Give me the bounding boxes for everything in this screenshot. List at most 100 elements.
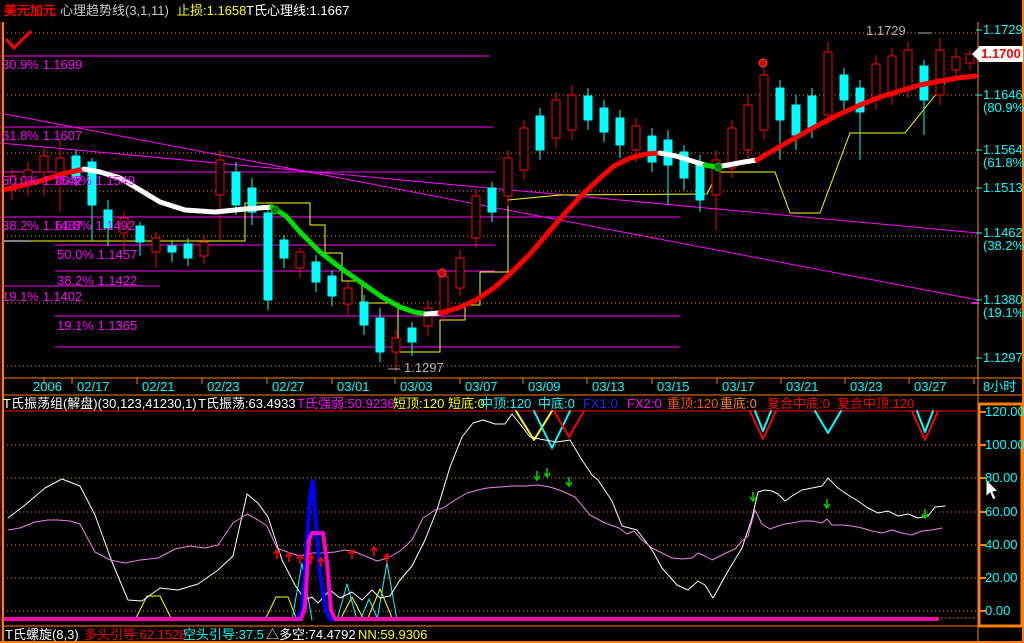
candle-body <box>888 56 896 95</box>
osc-header-token-11: 复合中底:0 <box>767 397 830 411</box>
trading-app-window: 美元加元心理趋势线(3,1,11)止损:1.1658T氏心理线:1.1667 3… <box>0 0 1024 643</box>
candle-body <box>632 126 640 150</box>
candle-body <box>280 240 288 258</box>
osc-top-v-mark <box>912 411 938 440</box>
candle-body <box>408 328 416 342</box>
candle-body <box>328 276 336 296</box>
sell-arrow-icon <box>824 499 830 508</box>
date-label-4[interactable]: 02/27 <box>272 380 305 394</box>
candle-body <box>776 88 784 120</box>
date-label-1[interactable]: 02/17 <box>77 380 110 394</box>
date-label-6[interactable]: 03/03 <box>400 380 433 394</box>
candle-body <box>824 52 832 115</box>
fib-label-0: 30.9% 1.1699 <box>2 58 82 72</box>
osc-cyan-tent <box>337 584 357 620</box>
topbar-token-1: 心理趋势线(3,1,11) <box>60 4 169 18</box>
status-token-0: T氏螺旋(8,3) <box>5 628 79 642</box>
date-label-8[interactable]: 03/09 <box>528 380 561 394</box>
osc-axis-label-0: 120.00 <box>985 405 1024 419</box>
osc-top-v-mark <box>750 411 776 439</box>
candle-body <box>808 96 816 128</box>
osc-header-token-8: FX2:0 <box>627 397 662 411</box>
sell-arrow-icon <box>750 492 756 501</box>
signal-dot-green <box>714 163 722 171</box>
date-label-14[interactable]: 03/27 <box>914 380 947 394</box>
osc-header-token-7: FX1:0 <box>583 397 618 411</box>
osc-header-token-2: T氏强弱:50.9236 <box>297 397 395 411</box>
buy-arrow-icon <box>371 547 377 556</box>
date-label-9[interactable]: 03/13 <box>592 380 625 394</box>
price-axis-pct-2: (61.8%) <box>983 156 1024 170</box>
signal-dot-green <box>271 206 279 214</box>
osc-header-token-3: 短顶:120 <box>393 397 444 411</box>
price-axis-pct-1: (80.9%) <box>983 101 1024 115</box>
osc-axis-label-5: 20.00 <box>985 571 1018 585</box>
sell-arrow-icon <box>544 468 550 477</box>
status-token-4: NN:59.9306 <box>358 628 427 642</box>
candle-body <box>696 165 704 200</box>
candle-body <box>392 338 400 352</box>
fib-label-1: 61.8% 1.1607 <box>2 129 82 143</box>
fib-label-9: 19.1% 1.1365 <box>57 319 137 333</box>
t-strength-line <box>8 485 942 563</box>
osc-header-token-0[interactable]: T氏振荡组(解盘)(30,123,41230,1) <box>3 397 197 411</box>
date-label-12[interactable]: 03/21 <box>786 380 819 394</box>
candle-body <box>952 57 960 70</box>
check-mark-icon <box>7 32 30 48</box>
candle-body <box>792 105 800 135</box>
topbar-token-0: 美元加元 <box>4 4 56 18</box>
candle-body <box>216 160 224 195</box>
candle-body <box>872 64 880 100</box>
candle-body <box>840 75 848 100</box>
candle-body <box>904 50 912 88</box>
osc-header-token-9: 重顶:120 <box>667 397 718 411</box>
candle-body <box>936 50 944 95</box>
fib-label-7: 38.2% 1.1422 <box>57 274 137 288</box>
status-token-3: △多空:74.4792 <box>266 628 356 642</box>
signal-dot-red <box>438 269 446 277</box>
candle-body <box>264 213 272 300</box>
fib-label-6: 50.0% 1.1457 <box>57 248 137 262</box>
date-label-11[interactable]: 03/17 <box>722 380 755 394</box>
candle-body <box>424 308 432 326</box>
candle-body <box>488 188 496 212</box>
date-label-3[interactable]: 02/23 <box>207 380 240 394</box>
price-axis-label-3: 1.1513 <box>983 181 1023 195</box>
date-label-13[interactable]: 03/23 <box>850 380 883 394</box>
date-label-2[interactable]: 02/21 <box>142 380 175 394</box>
candle-body <box>168 246 176 252</box>
candle-body <box>200 242 208 256</box>
candle-body <box>184 244 192 258</box>
date-label-10[interactable]: 03/15 <box>657 380 690 394</box>
date-label-0[interactable]: 2006 <box>33 380 62 394</box>
candle-body <box>296 252 304 268</box>
t-oscillator-line <box>8 414 945 603</box>
fib-label-3: 80.9% 1.1549 <box>55 174 135 188</box>
osc-header-token-12: 复合中顶:120 <box>837 397 914 411</box>
date-label-5[interactable]: 03/01 <box>337 380 370 394</box>
candle-body <box>136 226 144 242</box>
candle-body <box>568 95 576 130</box>
candle-body <box>232 172 240 205</box>
candle-body <box>616 118 624 145</box>
fib-label-8: 19.1% 1.1402 <box>2 290 82 304</box>
period-label[interactable]: 8小时 <box>983 380 1016 394</box>
candle-body <box>504 158 512 196</box>
osc-header-token-6: 中底:0 <box>538 397 575 411</box>
candle-body <box>760 75 768 130</box>
date-label-7[interactable]: 03/07 <box>465 380 498 394</box>
candle-body <box>552 100 560 138</box>
candle-body <box>440 276 448 314</box>
osc-axis-label-2: 80.00 <box>985 471 1018 485</box>
osc-axis-label-1: 100.00 <box>985 438 1024 452</box>
candle-body <box>376 318 384 352</box>
signal-dot-red <box>759 59 767 67</box>
candle-body <box>472 196 480 238</box>
candle-body <box>344 288 352 304</box>
candle-body <box>40 156 48 172</box>
candle-body <box>152 238 160 252</box>
extreme-price-label-1: 1.1297 <box>404 361 444 375</box>
chart-canvas[interactable] <box>0 0 1024 643</box>
price-axis-pct-5: (19.1%) <box>983 306 1024 320</box>
sell-arrow-icon <box>534 471 540 480</box>
